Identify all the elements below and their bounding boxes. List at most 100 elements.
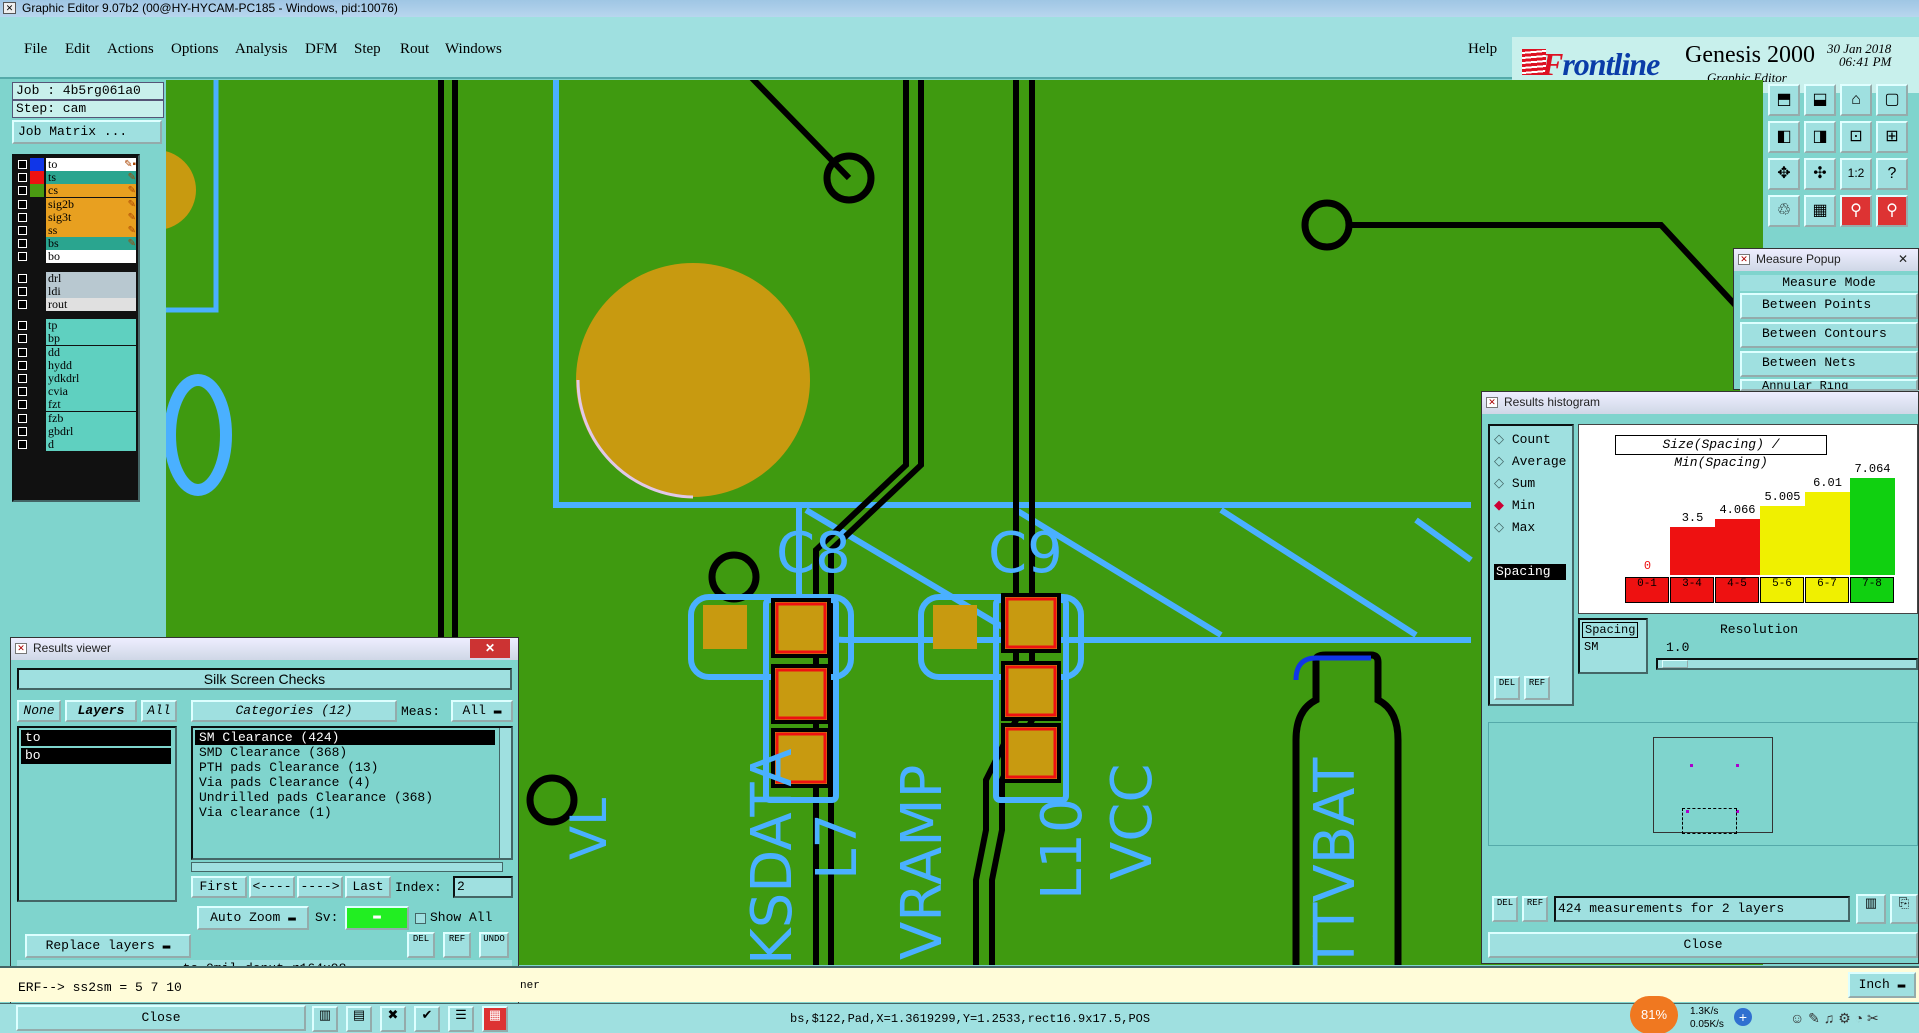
layer-row-ss[interactable]: ss ✎ [16,224,138,238]
layer-checkbox[interactable] [18,426,27,436]
none-tab[interactable]: None [17,700,61,722]
between-nets-option[interactable]: Between Nets [1740,351,1918,377]
layer-checkbox[interactable] [18,252,27,262]
layer-row-sig3t[interactable]: sig3t ✎ [16,210,138,225]
layer-checkbox[interactable] [18,160,27,169]
layer-color-swatch[interactable] [30,411,44,425]
layer-row-cs[interactable]: cs ✎ [16,184,138,198]
chart-icon[interactable]: ▥ [1856,894,1886,924]
measure-icon[interactable]: ⚲ [1840,195,1872,227]
auto-zoom-dropdown[interactable]: Auto Zoom ▬ [197,906,309,930]
zoom-fit-icon[interactable]: ⊡ [1840,121,1872,153]
tray-icons[interactable]: ☺ ✎ ♫ ⚙ ◔ ✂ [1790,1010,1879,1027]
layer-checkbox[interactable] [18,400,27,410]
categories-tab[interactable]: Categories (12) [191,700,397,722]
grid-icon[interactable]: ▦ [1804,195,1836,227]
layer-icon[interactable]: ▤ [346,1006,372,1032]
bin-label[interactable]: 5-6 [1760,577,1804,603]
layer-color-swatch[interactable] [30,298,44,311]
layer-color-swatch[interactable] [30,184,44,198]
layer-checkbox[interactable] [18,347,27,357]
snap-icon[interactable]: ♲ [1768,195,1800,227]
histogram-option-max[interactable]: ◇ Max [1494,520,1535,535]
layer-checkbox[interactable] [18,374,27,383]
list-item[interactable]: bo [21,748,171,764]
house-icon[interactable]: ⌂ [1840,84,1872,116]
histogram-option-min[interactable]: ◆ Min [1494,498,1535,513]
layer-checkbox[interactable] [18,199,27,209]
layer-row-ldi[interactable]: ldi [16,284,138,299]
histogram-list-item[interactable]: Spacing [1494,564,1566,580]
layer-color-swatch[interactable] [30,271,44,285]
command-line[interactable]: ERF--> ss2sm = 5 7 10 ner Inch ▬ [0,966,1919,1002]
layer-checkbox[interactable] [18,212,27,222]
bin-label[interactable]: 4-5 [1715,577,1759,603]
zoom-home-icon[interactable]: ⬓ [1804,84,1836,116]
menu-rout[interactable]: Rout [400,41,429,58]
layer-checkbox[interactable] [18,440,27,449]
bin-label[interactable]: 6-7 [1805,577,1849,603]
layer-color-swatch[interactable] [30,237,44,251]
scale-1-2-icon[interactable]: 1:2 [1840,158,1872,190]
del-button[interactable]: DEL [407,932,435,958]
help-query-icon[interactable]: ? [1876,158,1908,190]
replace-layers-dropdown[interactable]: Replace layers ▬ [25,934,191,958]
category-item[interactable]: Via clearance (1) [195,805,495,820]
first-button[interactable]: First [191,876,247,898]
export-icon[interactable]: ⎘ [1890,894,1918,924]
layer-row-sig2b[interactable]: sig2b ✎ [16,197,138,212]
list-item[interactable]: to [21,730,171,746]
layer-row-fzt[interactable]: fzt [16,398,138,412]
bin-label[interactable]: 3-4 [1670,577,1714,603]
histogram-bar[interactable] [1760,506,1805,575]
layer-color-swatch[interactable] [30,372,44,385]
histogram-option-sum[interactable]: ◇ Sum [1494,476,1535,491]
layer-row-dd[interactable]: dd [16,345,138,360]
layer-color-swatch[interactable] [30,210,44,224]
layer-row-bs[interactable]: bs ✎ [16,237,138,251]
menu-actions[interactable]: Actions [107,41,154,58]
category-item[interactable]: PTH pads Clearance (13) [195,760,495,775]
histogram-option-count[interactable]: ◇ Count [1494,432,1551,447]
layer-checkbox[interactable] [18,387,27,397]
check-icon[interactable]: ✔ [414,1006,440,1032]
layer-color-swatch[interactable] [30,438,44,451]
layers-tab[interactable]: Layers [65,700,137,722]
layer-checkbox[interactable] [18,226,27,235]
layer-row-ydkdrl[interactable]: ydkdrl [16,372,138,386]
layer-color-swatch[interactable] [30,358,44,372]
layer-color-swatch[interactable] [30,319,44,333]
del-button[interactable]: DEL [1492,896,1518,922]
layer-row-tp[interactable]: tp [16,319,138,333]
layer-color-swatch[interactable] [30,224,44,237]
window-icon[interactable]: ▢ [1876,84,1908,116]
next-button[interactable]: ----> [297,876,343,898]
cross-icon[interactable]: ✖ [380,1006,406,1032]
layer-row-cvia[interactable]: cvia [16,385,138,399]
measure-alt-icon[interactable]: ⚲ [1876,195,1908,227]
resolution-slider-handle[interactable] [1662,660,1688,668]
h-scrollbar[interactable] [191,862,503,872]
center-icon[interactable]: ✣ [1804,158,1836,190]
layer-row-d[interactable]: d [16,438,138,452]
layer-color-swatch[interactable] [30,284,44,298]
between-contours-option[interactable]: Between Contours [1740,322,1918,348]
show-all-checkbox[interactable] [415,913,426,924]
layer-color-swatch[interactable] [30,250,44,264]
menu-help[interactable]: Help [1468,41,1497,58]
close-icon[interactable]: ✕ [1898,249,1908,270]
del-button[interactable]: DEL [1494,676,1520,700]
layer-color-swatch[interactable] [30,158,44,171]
results-close-button[interactable]: Close [16,1005,306,1031]
layer-color-swatch[interactable] [30,385,44,399]
close-icon[interactable]: ✕ [470,639,510,658]
bar-chart-icon[interactable]: ▥ [312,1006,338,1032]
category-item[interactable]: SM Clearance (424) [195,730,495,745]
layer-color-swatch[interactable] [30,345,44,359]
meas-dropdown[interactable]: All ▬ [451,700,513,722]
between-points-option[interactable]: Between Points [1740,293,1918,319]
add-icon[interactable]: + [1734,1008,1752,1026]
menu-windows[interactable]: Windows [445,41,502,58]
prev-button[interactable]: <---- [249,876,295,898]
layer-checkbox[interactable] [18,360,27,370]
